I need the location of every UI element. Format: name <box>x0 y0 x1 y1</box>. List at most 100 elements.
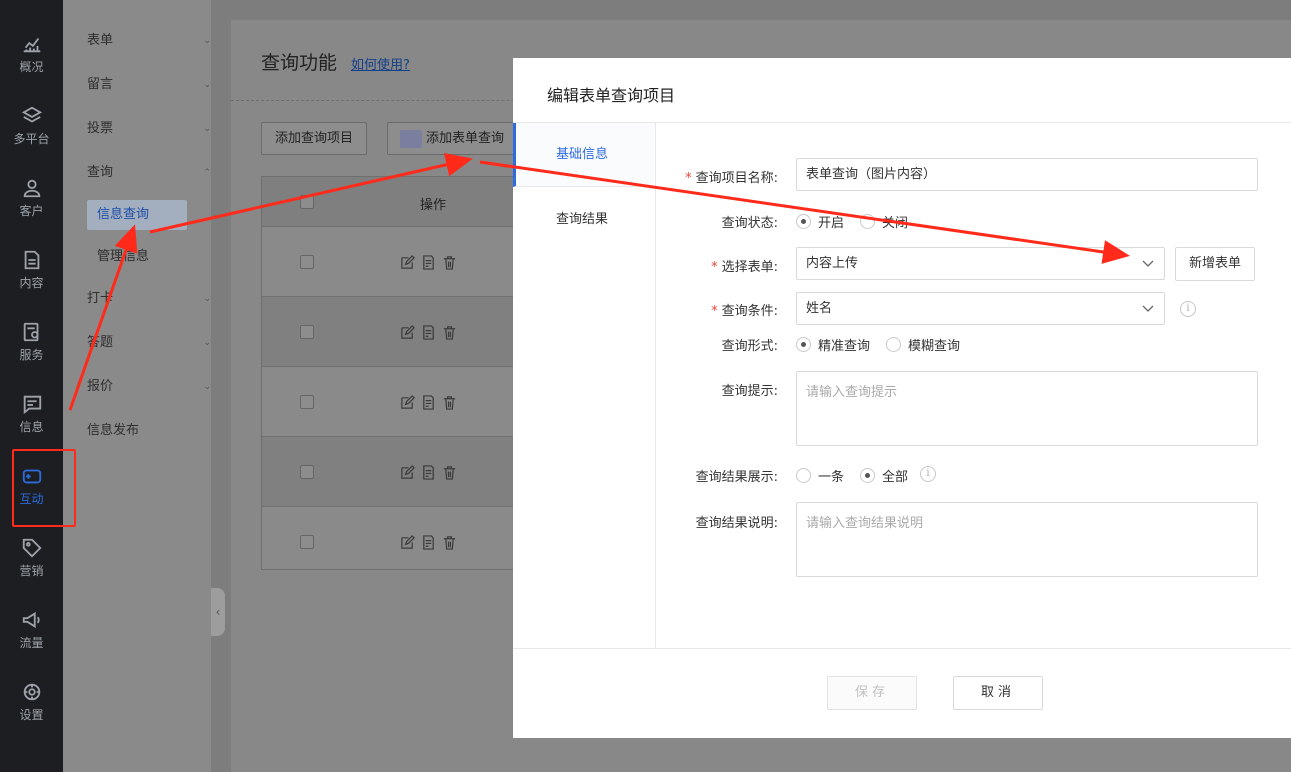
edit-icon[interactable] <box>400 465 415 480</box>
hint-label: 查询提示: <box>721 384 778 399</box>
nav-label: 流量 <box>19 636 44 650</box>
form-edit-icon[interactable] <box>421 325 436 340</box>
select-all-checkbox[interactable] <box>300 195 314 209</box>
nav-label: 信息 <box>19 420 44 434</box>
form-edit-icon[interactable] <box>421 535 436 550</box>
radio-button[interactable] <box>796 337 811 352</box>
status-off-option[interactable]: 关闭 <box>860 212 908 231</box>
edit-icon[interactable] <box>400 395 415 410</box>
table-row <box>262 507 522 577</box>
mode-fuzzy-option[interactable]: 模糊查询 <box>886 335 960 354</box>
edit-icon[interactable] <box>400 255 415 270</box>
add-form-query-button[interactable]: 添加表单查询 <box>387 122 519 155</box>
nav-item-content[interactable]: 内容 <box>0 234 63 306</box>
form-select[interactable]: 内容上传 <box>796 247 1165 280</box>
tag-icon <box>22 538 42 558</box>
table-header: 操作 <box>262 177 522 227</box>
radio-button[interactable] <box>796 214 811 229</box>
row-checkbox[interactable] <box>300 395 314 409</box>
form-label-text: 选择表单: <box>721 260 778 275</box>
chevron-down-icon: ⌄ <box>203 36 211 46</box>
mode-exact-option[interactable]: 精准查询 <box>796 335 870 354</box>
chevron-down-icon <box>1142 260 1154 267</box>
submenu-label: 留言 <box>87 77 114 92</box>
modal-footer-divider <box>513 648 1291 649</box>
form-label: * 选择表单: <box>618 256 778 275</box>
save-button[interactable]: 保存 <box>827 676 917 710</box>
nav-item-traffic[interactable]: 流量 <box>0 594 63 666</box>
nav-item-overview[interactable]: 概况 <box>0 18 63 90</box>
required-mark: * <box>711 260 718 275</box>
form-edit-icon[interactable] <box>421 255 436 270</box>
chart-icon <box>23 37 40 53</box>
info-icon[interactable]: i <box>1180 301 1196 317</box>
edit-icon[interactable] <box>400 325 415 340</box>
submenu-item-vote[interactable]: 投票 ⌄ <box>87 114 211 144</box>
row-checkbox[interactable] <box>300 325 314 339</box>
mode-exact-label: 精准查询 <box>818 339 871 354</box>
nav-item-marketing[interactable]: 营销 <box>0 522 63 594</box>
condition-select[interactable]: 姓名 <box>796 292 1165 325</box>
form-edit-icon[interactable] <box>421 465 436 480</box>
layers-icon <box>21 106 42 123</box>
submenu-label: 报价 <box>87 379 114 394</box>
hint-textarea[interactable]: 请输入查询提示 <box>796 371 1258 446</box>
condition-label: * 查询条件: <box>618 300 778 319</box>
row-checkbox[interactable] <box>300 465 314 479</box>
condition-label-text: 查询条件: <box>721 304 778 319</box>
submenu-item-form[interactable]: 表单 ⌄ <box>87 26 211 56</box>
trash-icon[interactable] <box>442 255 457 270</box>
info-icon[interactable]: i <box>920 466 936 482</box>
add-query-item-button[interactable]: 添加查询项目 <box>261 122 368 155</box>
nav-label: 多平台 <box>13 132 50 146</box>
display-radio-group: 一条 全部 <box>796 466 918 485</box>
submenu-label: 答题 <box>87 335 114 350</box>
submenu-item-publish[interactable]: 信息发布 <box>87 416 187 446</box>
cancel-button[interactable]: 取消 <box>953 676 1043 710</box>
nav-item-customer[interactable]: 客户 <box>0 162 63 234</box>
page-title: 查询功能 <box>261 52 338 74</box>
submenu-item-checkin[interactable]: 打卡 ⌄ <box>87 284 211 314</box>
submenu-label: 投票 <box>87 121 114 136</box>
nav-item-service[interactable]: 服务 <box>0 306 63 378</box>
name-label-text: 查询项目名称: <box>695 171 778 186</box>
submenu-item-query[interactable]: 查询 ⌃ <box>87 158 211 188</box>
collapse-sidebar-button[interactable]: ‹ <box>211 588 225 636</box>
add-form-button[interactable]: 新增表单 <box>1175 247 1255 281</box>
display-one-label: 一条 <box>818 470 845 485</box>
chevron-down-icon: ⌄ <box>203 338 211 348</box>
edit-icon[interactable] <box>400 535 415 550</box>
form-select-value: 内容上传 <box>806 256 859 271</box>
radio-button[interactable] <box>860 468 876 483</box>
megaphone-icon <box>22 611 40 629</box>
row-checkbox[interactable] <box>300 535 314 549</box>
radio-button[interactable] <box>860 214 876 229</box>
submenu-item-quiz[interactable]: 答题 ⌄ <box>87 328 211 358</box>
nav-item-message[interactable]: 信息 <box>0 378 63 450</box>
desc-textarea[interactable]: 请输入查询结果说明 <box>796 502 1258 577</box>
help-link[interactable]: 如何使用? <box>351 54 410 73</box>
radio-button[interactable] <box>796 468 811 483</box>
trash-icon[interactable] <box>442 325 457 340</box>
name-label: * 查询项目名称: <box>618 167 778 186</box>
submenu-item-message[interactable]: 留言 ⌄ <box>87 70 211 100</box>
form-edit-icon[interactable] <box>421 395 436 410</box>
nav-label: 设置 <box>19 708 44 722</box>
row-checkbox[interactable] <box>300 255 314 269</box>
status-on-option[interactable]: 开启 <box>796 212 844 231</box>
trash-icon[interactable] <box>442 465 457 480</box>
nav-item-multiplatform[interactable]: 多平台 <box>0 90 63 162</box>
nav-item-settings[interactable]: 设置 <box>0 666 63 738</box>
display-all-option[interactable]: 全部 <box>860 466 908 485</box>
submenu-child-manage-info[interactable]: 管理信息 <box>87 242 187 272</box>
submenu-item-quote[interactable]: 报价 ⌄ <box>87 372 211 402</box>
status-radio-group: 开启 关闭 <box>796 212 924 231</box>
radio-button[interactable] <box>886 337 902 352</box>
submenu-child-info-query[interactable]: 信息查询 <box>87 200 187 230</box>
query-name-input[interactable]: 表单查询（图片内容） <box>796 158 1258 191</box>
chevron-up-icon: ⌃ <box>203 168 211 178</box>
submenu-label: 信息发布 <box>87 423 140 438</box>
trash-icon[interactable] <box>442 395 457 410</box>
trash-icon[interactable] <box>442 535 457 550</box>
display-one-option[interactable]: 一条 <box>796 466 844 485</box>
